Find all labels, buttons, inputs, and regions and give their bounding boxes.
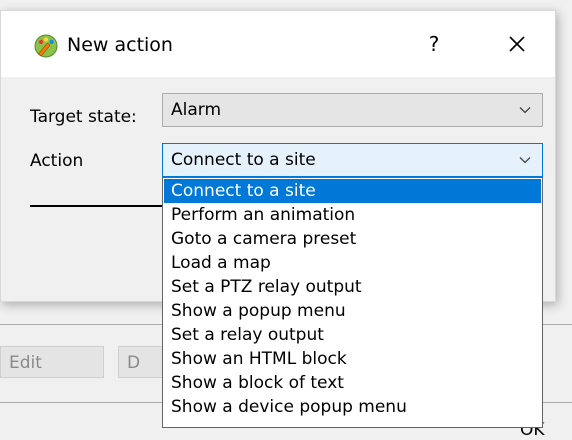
action-label: Action bbox=[30, 151, 84, 171]
edit-button[interactable]: Edit bbox=[0, 346, 104, 378]
dropdown-option-show-an-html-block[interactable]: Show an HTML block bbox=[164, 347, 541, 371]
action-value: Connect to a site bbox=[171, 150, 316, 170]
dropdown-option-show-a-block-of-text[interactable]: Show a block of text bbox=[164, 371, 541, 395]
dropdown-option-load-a-map[interactable]: Load a map bbox=[164, 251, 541, 275]
help-button[interactable]: ? bbox=[419, 29, 449, 59]
pencil-palette-icon bbox=[34, 34, 58, 58]
dropdown-option-show-a-popup-menu[interactable]: Show a popup menu bbox=[164, 299, 541, 323]
dropdown-option-connect-to-a-site[interactable]: Connect to a site bbox=[164, 179, 541, 203]
target-state-value: Alarm bbox=[171, 100, 222, 120]
dropdown-option-set-a-ptz-relay-output[interactable]: Set a PTZ relay output bbox=[164, 275, 541, 299]
dialog-separator bbox=[30, 205, 170, 207]
chevron-down-icon bbox=[519, 157, 531, 164]
target-state-combobox[interactable]: Alarm bbox=[162, 93, 543, 127]
action-dropdown-list: Connect to a site Perform an animation G… bbox=[162, 177, 543, 428]
chevron-down-icon bbox=[519, 107, 531, 114]
dropdown-option-goto-a-camera-preset[interactable]: Goto a camera preset bbox=[164, 227, 541, 251]
action-combobox[interactable]: Connect to a site bbox=[162, 143, 543, 177]
dropdown-option-show-a-device-popup-menu[interactable]: Show a device popup menu bbox=[164, 395, 541, 419]
target-state-label: Target state: bbox=[30, 107, 137, 127]
dropdown-option-perform-an-animation[interactable]: Perform an animation bbox=[164, 203, 541, 227]
dialog-title: New action bbox=[67, 34, 173, 56]
close-icon[interactable] bbox=[501, 29, 533, 59]
dropdown-option-set-a-relay-output[interactable]: Set a relay output bbox=[164, 323, 541, 347]
